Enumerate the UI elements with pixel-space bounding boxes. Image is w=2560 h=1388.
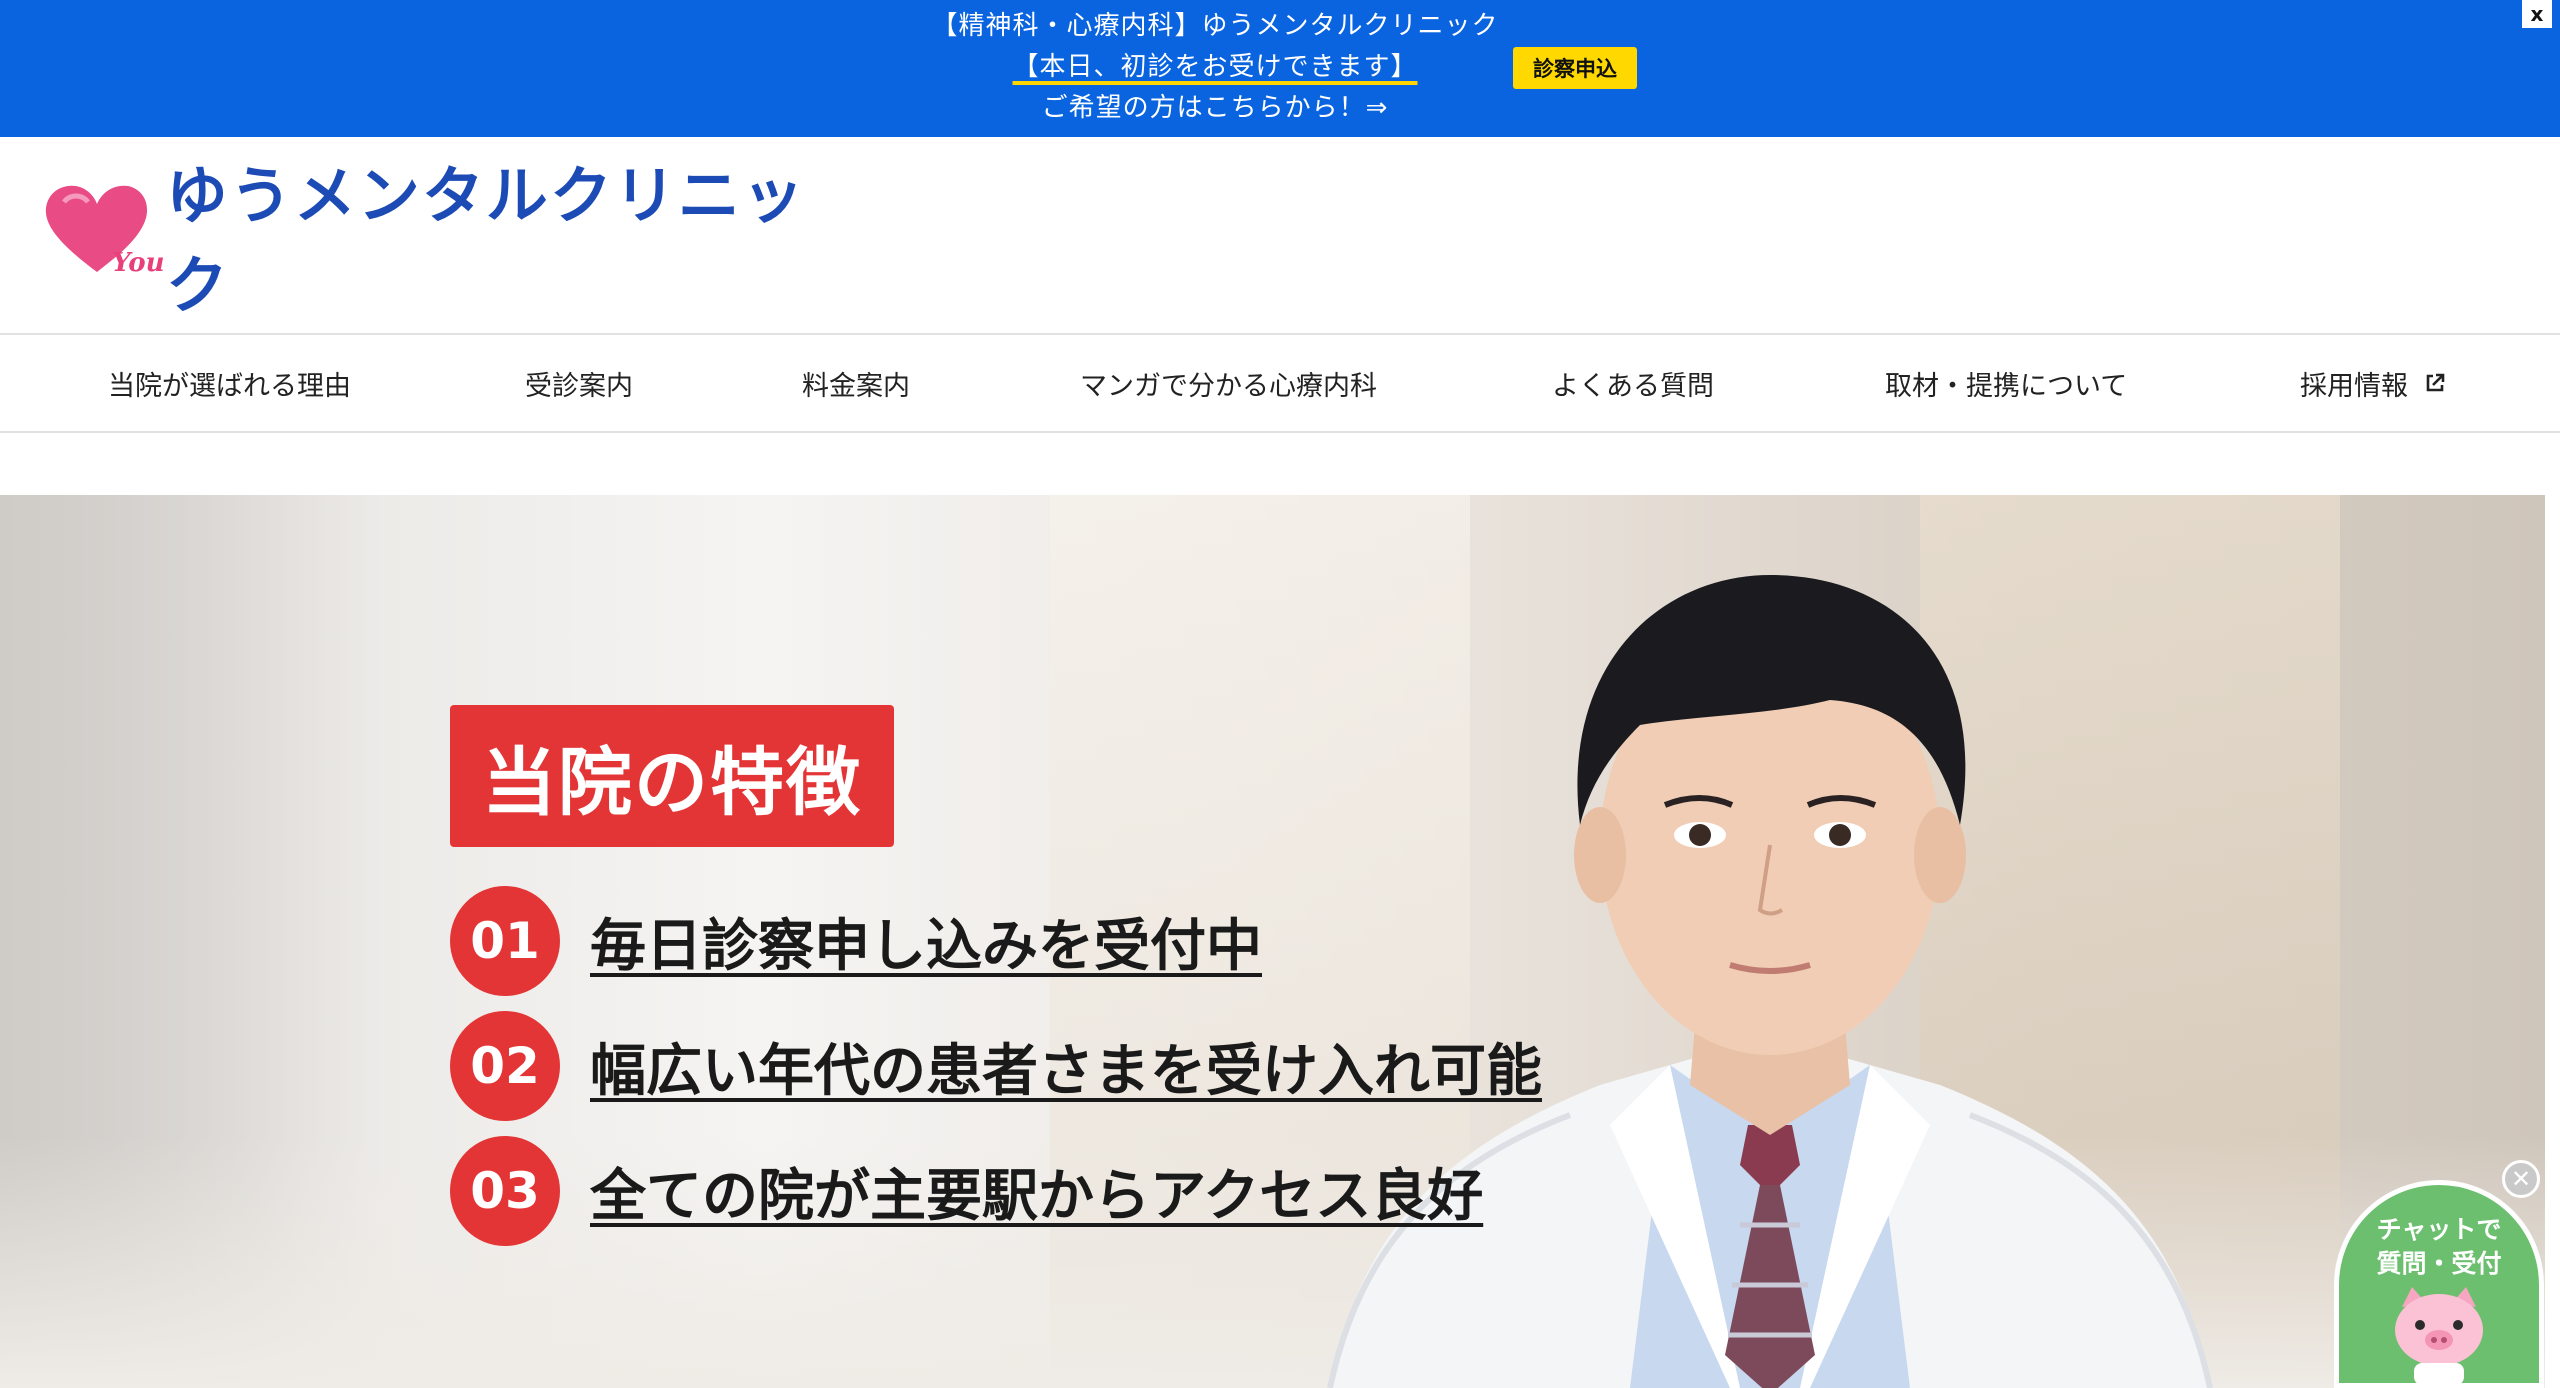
heart-icon: You <box>42 180 165 290</box>
feature-item[interactable]: 03 全ての院が主要駅からアクセス良好 <box>450 1136 1483 1246</box>
site-logo[interactable]: You ゆうメンタルクリニック <box>42 159 822 322</box>
feature-link[interactable]: 全ての院が主要駅からアクセス良好 <box>590 1151 1483 1232</box>
feature-item[interactable]: 01 毎日診察申し込みを受付中 <box>450 886 1262 996</box>
nav-item-label: 取材・提携について <box>1885 370 2128 402</box>
nav-item-label: 料金案内 <box>802 370 910 402</box>
pig-mascot-icon <box>2395 1287 2483 1383</box>
hero-section: 当院の特徴 01 毎日診察申し込みを受付中 02 幅広い年代の患者さまを受け入れ… <box>0 495 2545 1388</box>
top-banner: 【精神科・心療内科】ゆうメンタルクリニック 【本日、初診をお受けできます】 ご希… <box>0 0 2560 137</box>
site-header: You ゆうメンタルクリニック <box>0 137 2560 333</box>
doctor-photo <box>1327 575 2213 1388</box>
feature-number-badge: 01 <box>450 886 560 996</box>
banner-close-button[interactable]: x <box>2522 0 2552 28</box>
nav-item-press[interactable]: 取材・提携について <box>1885 335 2127 431</box>
feature-link[interactable]: 毎日診察申し込みを受付中 <box>590 901 1262 982</box>
nav-item-consultation-guide[interactable]: 受診案内 <box>525 335 633 431</box>
feature-link[interactable]: 幅広い年代の患者さまを受け入れ可能 <box>590 1026 1542 1107</box>
chat-label-line-2: 質問・受付 <box>2376 1249 2502 1278</box>
nav-item-label: 採用情報 <box>2300 370 2408 402</box>
banner-line-1: 【精神科・心療内科】ゆうメンタルクリニック <box>931 11 1499 41</box>
nav-item-label: よくある質問 <box>1552 370 1714 402</box>
features-title: 当院の特徴 <box>450 705 894 847</box>
logo-mark-text: You <box>112 248 165 278</box>
external-link-icon <box>2424 372 2446 394</box>
chat-label: チャットで 質問・受付 <box>2339 1213 2539 1281</box>
consultation-apply-button[interactable]: 診察申込 <box>1513 47 1637 89</box>
banner-line-3: ご希望の方はこちらから！⇒ <box>1041 93 1389 123</box>
nav-item-recruit[interactable]: 採用情報 <box>2300 335 2446 431</box>
nav-item-manga[interactable]: マンガで分かる心療内科 <box>1080 335 1377 431</box>
nav-item-label: マンガで分かる心療内科 <box>1080 370 1377 402</box>
main-nav: 当院が選ばれる理由 受診案内 料金案内 マンガで分かる心療内科 よくある質問 取… <box>0 333 2560 433</box>
chat-close-button[interactable]: ✕ <box>2502 1160 2540 1198</box>
feature-number-badge: 03 <box>450 1136 560 1246</box>
nav-item-fees[interactable]: 料金案内 <box>802 335 910 431</box>
nav-item-reasons[interactable]: 当院が選ばれる理由 <box>108 335 351 431</box>
nav-item-faq[interactable]: よくある質問 <box>1552 335 1714 431</box>
nav-item-label: 受診案内 <box>525 370 633 402</box>
feature-number-badge: 02 <box>450 1011 560 1121</box>
feature-item[interactable]: 02 幅広い年代の患者さまを受け入れ可能 <box>450 1011 1542 1121</box>
chat-widget[interactable]: チャットで 質問・受付 <box>2334 1180 2544 1388</box>
logo-text: ゆうメンタルクリニック <box>165 159 806 322</box>
nav-item-label: 当院が選ばれる理由 <box>108 370 351 402</box>
chat-label-line-1: チャットで <box>2376 1215 2502 1244</box>
